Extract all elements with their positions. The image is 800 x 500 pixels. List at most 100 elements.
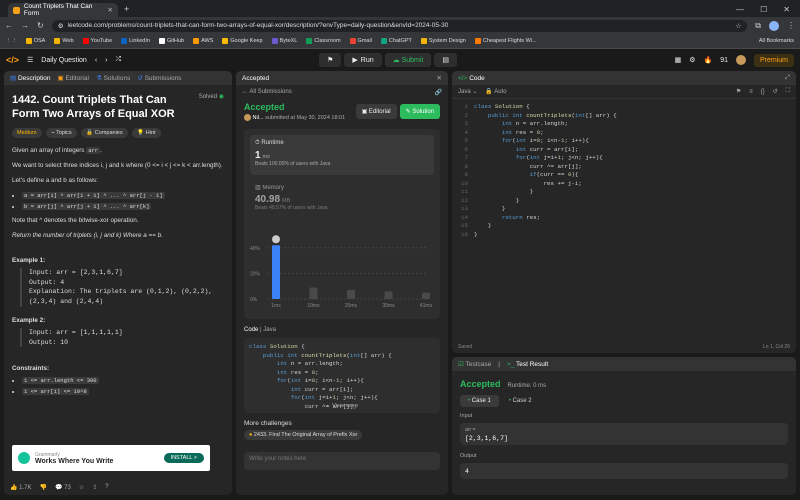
code-editor-header: </> Code ⤢ — [452, 71, 796, 85]
bookmark-item[interactable]: Web — [54, 38, 74, 44]
layout-icon[interactable]: ▦ — [675, 56, 682, 64]
tab-code[interactable]: </> Code — [458, 75, 485, 82]
apps-icon[interactable]: ⋮⋮ — [6, 38, 17, 44]
format-icon[interactable]: ≡ — [749, 89, 753, 95]
minimize-icon[interactable]: — — [736, 5, 744, 14]
tab-submissions[interactable]: ↺ Submissions — [137, 74, 181, 82]
site-info-icon[interactable]: ⚙ — [58, 22, 64, 30]
bookmark-item[interactable]: Cheapest Flights Wi... — [474, 38, 537, 44]
runtime-box[interactable]: ⏱ Runtime 1 ms Beats 100.00% of users wi… — [250, 135, 434, 175]
bookmark-item[interactable]: YouTube — [82, 38, 112, 44]
bookmark-item[interactable]: DSA — [26, 38, 45, 44]
maximize-icon[interactable]: ☐ — [760, 5, 767, 14]
line-number: 5 — [464, 137, 468, 144]
prev-problem-icon[interactable]: ‹ — [95, 57, 97, 64]
share-icon[interactable]: ⇪ — [92, 484, 97, 491]
fullscreen-icon[interactable]: ⛶ — [786, 88, 790, 95]
chart-bar — [347, 290, 355, 299]
topics-chip[interactable]: ⌁ Topics — [46, 127, 77, 138]
auto-toggle[interactable]: 🔒 Auto — [485, 88, 506, 95]
solution-button[interactable]: ✎ Solution — [399, 104, 440, 119]
user-marker-avatar — [272, 235, 280, 244]
premium-button[interactable]: Premium — [753, 53, 794, 67]
bookmark-item[interactable]: LinkedIn — [121, 38, 150, 44]
browser-tab[interactable]: Count Triplets That Can Form ✕ — [8, 3, 118, 17]
run-button[interactable]: ▶ Run — [344, 53, 382, 67]
leetcode-logo-icon[interactable]: </> — [6, 55, 19, 65]
extensions-icon[interactable]: ⧉ — [755, 21, 761, 31]
companies-chip[interactable]: 🔒 Companies — [81, 127, 128, 138]
like-button[interactable]: 👍 1.7K — [10, 484, 32, 491]
tab-accepted[interactable]: Accepted — [242, 75, 269, 82]
all-submissions-link[interactable]: ← All Submissions — [242, 89, 292, 96]
submit-button[interactable]: ☁ Submit — [384, 53, 432, 67]
memory-box[interactable]: ▥ Memory 40.98 MB Beats 48.57% of users … — [250, 179, 434, 216]
tab-editorial[interactable]: ▣ Editorial — [57, 74, 88, 82]
menu-icon[interactable]: ⋮ — [787, 21, 795, 30]
daily-question-label[interactable]: Daily Question — [41, 57, 87, 64]
problem-list-icon[interactable]: ☰ — [27, 56, 33, 64]
ad-banner[interactable]: Grammarly Works Where You Write INSTALL > — [12, 445, 210, 471]
debug-icon[interactable]: ⚑ — [319, 53, 342, 67]
language-select[interactable]: Java ⌄ — [458, 88, 477, 95]
close-tab-icon[interactable]: ✕ — [108, 6, 113, 14]
reload-icon[interactable]: ↻ — [37, 21, 44, 30]
settings-icon[interactable]: ⚙ — [689, 56, 695, 64]
bookmark-item[interactable]: Classroom — [306, 38, 341, 44]
editorial-button[interactable]: ▣ Editorial — [355, 104, 397, 119]
help-icon[interactable]: ? — [105, 484, 108, 490]
ad-install-button[interactable]: INSTALL > — [163, 453, 204, 463]
bookmark-item[interactable]: Google Keep — [222, 38, 263, 44]
submitter-name: Nil... — [252, 114, 264, 121]
more-challenge-item[interactable]: ● 2433. Find The Original Array of Prefi… — [244, 430, 440, 440]
window-close-icon[interactable]: ✕ — [783, 5, 790, 14]
tab-solutions[interactable]: ⚗ Solutions — [96, 74, 130, 82]
close-tab-icon[interactable]: ✕ — [437, 74, 442, 82]
braces-icon[interactable]: {} — [761, 89, 765, 95]
bookmark-item[interactable]: Gmail — [349, 38, 372, 44]
bookmark-item[interactable]: ChatGPT — [380, 38, 412, 44]
shuffle-icon[interactable]: ⤮ — [116, 56, 122, 64]
code-line: for(int i=0; i<n-1; i++){ — [501, 137, 589, 144]
back-icon[interactable]: ← — [5, 21, 13, 30]
reset-icon[interactable]: ↺ — [773, 88, 778, 95]
bookmark-item[interactable]: System Design — [420, 38, 466, 44]
case-2-tab[interactable]: • Case 2 — [505, 395, 536, 407]
case-1-tab[interactable]: • Case 1 — [460, 395, 499, 407]
tab-testcase[interactable]: ☑ Testcase — [458, 360, 491, 368]
favorite-icon[interactable]: ☆ — [79, 484, 84, 491]
constraints-title: Constraints: — [12, 365, 50, 373]
bookmark-star-icon[interactable]: ☆ — [735, 22, 741, 30]
notes-icon[interactable]: ▤ — [434, 53, 458, 67]
leetcode-header: </> ☰ Daily Question ‹ › ⤮ ⚑ ▶ Run ☁ Subm… — [0, 50, 800, 70]
view-more-button[interactable]: ⌄ View more — [244, 403, 440, 409]
bookmark-item[interactable]: GitHub — [158, 38, 184, 44]
difficulty-badge[interactable]: Medium — [12, 127, 42, 138]
bookmark-favicon-icon — [121, 38, 128, 44]
code-text[interactable]: class Solution { public int countTriplet… — [474, 103, 617, 239]
all-bookmarks-button[interactable]: All Bookmarks — [759, 38, 794, 44]
forward-icon[interactable]: → — [21, 21, 29, 30]
expand-icon[interactable]: ⤢ — [785, 74, 790, 82]
code-editor[interactable]: 1 2 3 4 5 6 7 8 9 10 11 12 13 14 15 16 class Solution {… — [452, 99, 796, 239]
hint-chip[interactable]: 💡 Hint — [132, 127, 161, 138]
notes-input[interactable]: Write your notes here — [244, 452, 440, 470]
url-field[interactable]: ⚙ leetcode.com/problems/count-triplets-t… — [51, 19, 748, 32]
new-tab-icon[interactable]: + — [124, 4, 129, 14]
bookmark-icon[interactable]: ⚑ — [736, 88, 741, 95]
dislike-icon[interactable]: 👎 — [40, 484, 47, 491]
tab-description[interactable]: ▤ Description — [10, 74, 50, 82]
bookmark-item[interactable]: ByteXL — [271, 38, 297, 44]
bookmark-favicon-icon — [306, 38, 313, 44]
example-1: Input: arr = [2,3,1,6,7] Output: 4 Expla… — [20, 267, 224, 307]
tab-test-result[interactable]: >_ Test Result — [507, 361, 548, 368]
user-avatar[interactable] — [735, 55, 746, 65]
comments-button[interactable]: 💬 73 — [55, 484, 71, 491]
y-tick-label: 0% — [250, 297, 258, 303]
profile-avatar[interactable] — [769, 20, 779, 31]
bookmark-item[interactable]: AWS — [193, 38, 213, 44]
code-line: } — [474, 188, 534, 195]
next-problem-icon[interactable]: › — [105, 57, 107, 64]
submitted-code-box[interactable]: class Solution { public int countTriplet… — [244, 338, 440, 413]
link-icon[interactable]: 🔗 — [435, 89, 442, 96]
